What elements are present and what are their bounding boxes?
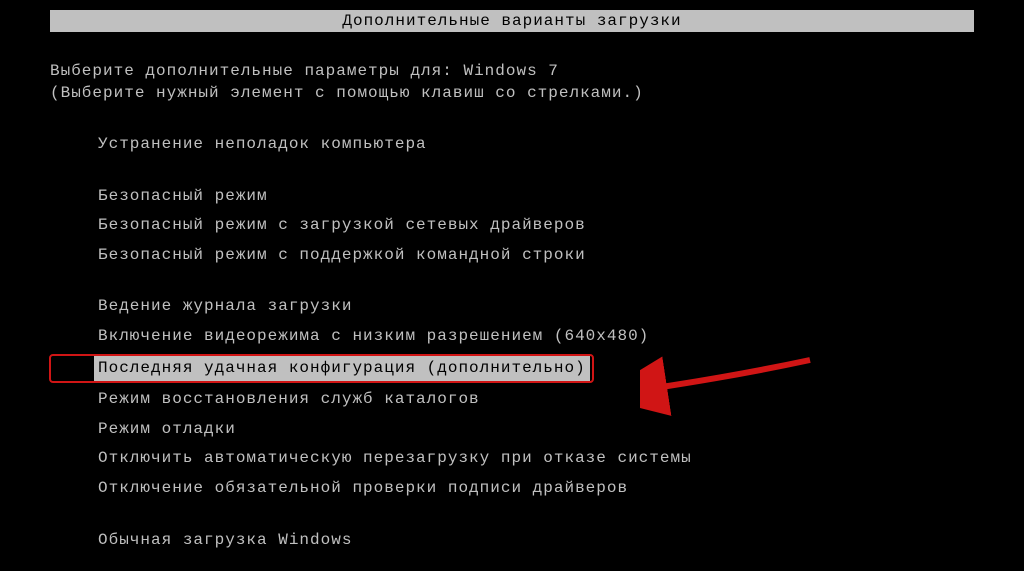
boot-option[interactable]: Отключить автоматическую перезагрузку пр… (98, 446, 974, 472)
boot-option[interactable]: Обычная загрузка Windows (98, 528, 974, 554)
boot-option-label: Включение видеорежима с низким разрешени… (98, 327, 649, 345)
os-name: Windows 7 (463, 62, 558, 80)
boot-option-label: Обычная загрузка Windows (98, 531, 352, 549)
option-group: Устранение неполадок компьютера (98, 132, 974, 158)
boot-option-label: Устранение неполадок компьютера (98, 135, 427, 153)
boot-option[interactable]: Безопасный режим (98, 184, 974, 210)
title-bar: Дополнительные варианты загрузки (50, 10, 974, 32)
boot-option-label: Ведение журнала загрузки (98, 297, 352, 315)
boot-option-label: Безопасный режим с поддержкой командной … (98, 246, 586, 264)
option-group: Обычная загрузка Windows (98, 528, 974, 554)
boot-option-label: Отключить автоматическую перезагрузку пр… (98, 449, 692, 467)
boot-option[interactable]: Безопасный режим с загрузкой сетевых дра… (98, 213, 974, 239)
prompt-line: Выберите дополнительные параметры для: W… (50, 62, 974, 80)
prompt-prefix: Выберите дополнительные параметры для: (50, 62, 463, 80)
boot-option-label: Режим отладки (98, 420, 236, 438)
option-group: Ведение журнала загрузки Включение видеор… (98, 294, 974, 501)
boot-option[interactable]: Устранение неполадок компьютера (98, 132, 974, 158)
boot-option[interactable]: Последняя удачная конфигурация (дополнит… (98, 354, 974, 384)
highlight-annotation: Последняя удачная конфигурация (дополнит… (49, 354, 594, 384)
boot-option[interactable]: Безопасный режим с поддержкой командной … (98, 243, 974, 269)
screen-title: Дополнительные варианты загрузки (342, 12, 681, 30)
boot-option[interactable]: Режим отладки (98, 417, 974, 443)
boot-option-label: Режим восстановления служб каталогов (98, 390, 480, 408)
boot-option[interactable]: Режим восстановления служб каталогов (98, 387, 974, 413)
boot-option[interactable]: Включение видеорежима с низким разрешени… (98, 324, 974, 350)
boot-option-label: Безопасный режим (98, 187, 268, 205)
boot-option[interactable]: Отключение обязательной проверки подписи… (98, 476, 974, 502)
boot-option-label: Последняя удачная конфигурация (дополнит… (94, 356, 590, 382)
instruction-text: (Выберите нужный элемент с помощью клави… (50, 84, 974, 102)
boot-options-list: Устранение неполадок компьютера Безопасны… (98, 132, 974, 553)
option-group: Безопасный режим Безопасный режим с загру… (98, 184, 974, 269)
boot-option[interactable]: Ведение журнала загрузки (98, 294, 974, 320)
boot-option-label: Безопасный режим с загрузкой сетевых дра… (98, 216, 586, 234)
boot-option-label: Отключение обязательной проверки подписи… (98, 479, 628, 497)
